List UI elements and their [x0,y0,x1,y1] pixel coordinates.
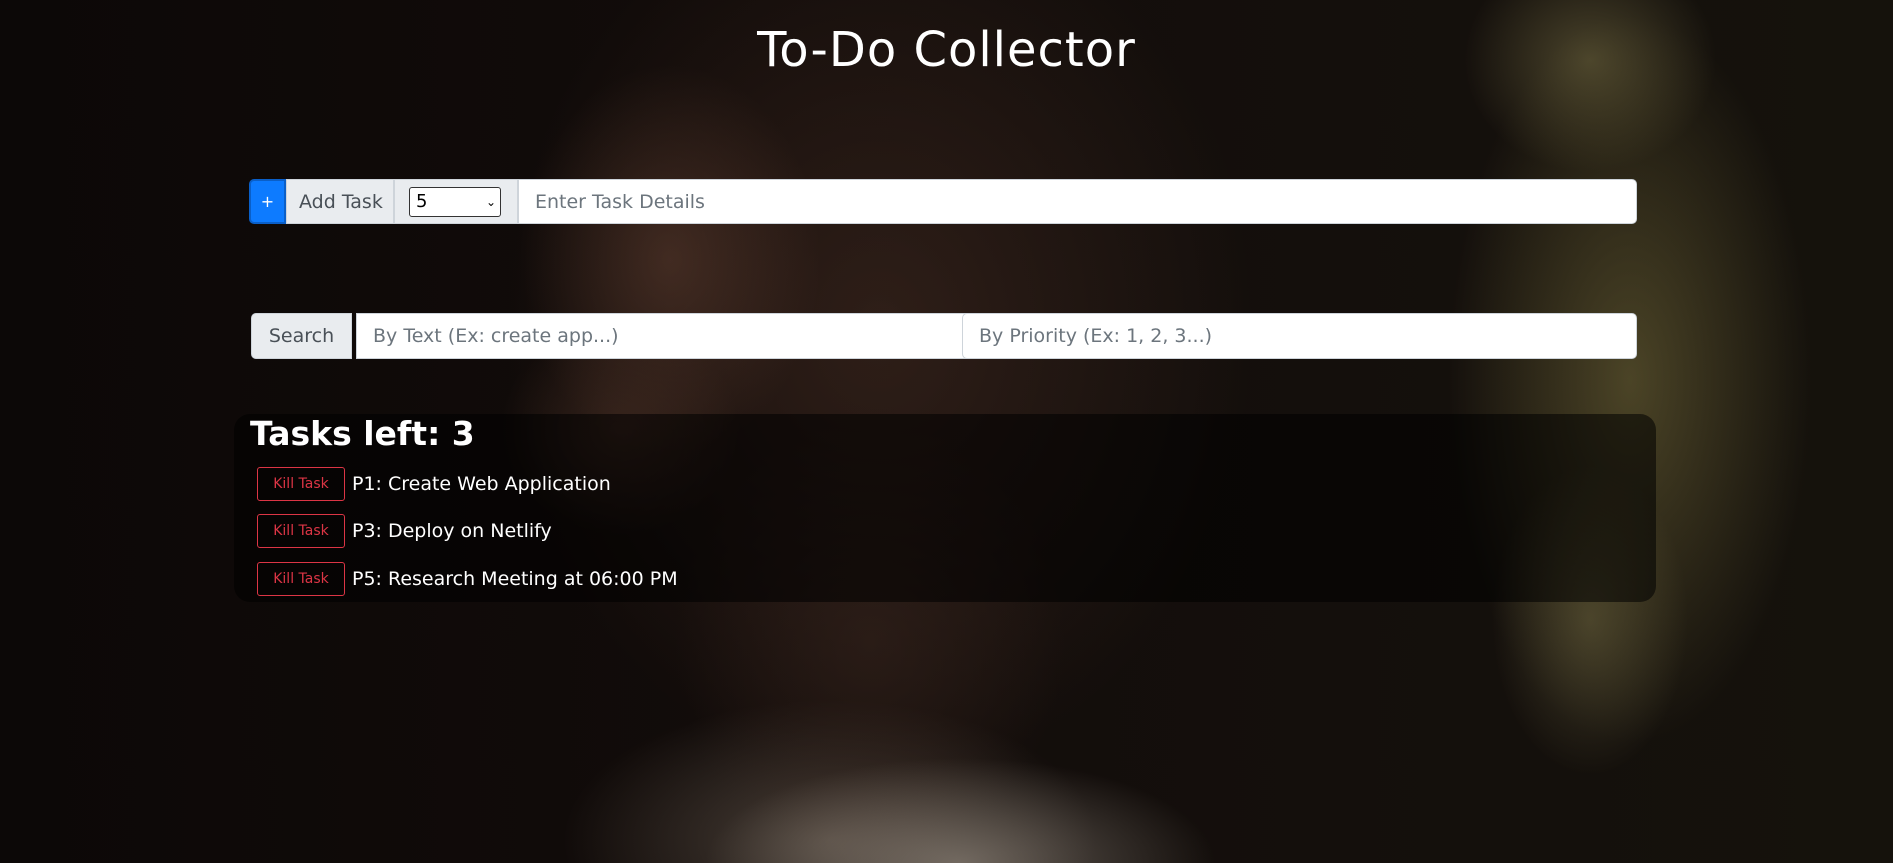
tasks-panel: Tasks left: 3 Kill Task P1: Create Web A… [234,414,1656,602]
search-group: Search By Text (Ex: create app...) By Pr… [251,313,1637,359]
priority-select-wrapper: 5 ⌄ [394,179,518,224]
app-title: To-Do Collector [757,22,1136,78]
task-text: P1: Create Web Application [352,473,611,495]
add-task-button[interactable]: Add Task [286,179,394,224]
add-task-group: + Add Task 5 ⌄ Enter Task Details [249,179,1637,224]
task-item: Kill Task P5: Research Meeting at 06:00 … [257,561,678,597]
priority-select[interactable]: 5 ⌄ [409,186,501,217]
search-text-input[interactable]: By Text (Ex: create app...) [356,313,1027,359]
kill-task-button[interactable]: Kill Task [257,514,345,548]
task-item: Kill Task P1: Create Web Application [257,466,611,502]
chevron-down-icon: ⌄ [485,194,496,209]
add-task-plus-button[interactable]: + [249,179,286,224]
search-label: Search [251,313,352,359]
task-details-input[interactable]: Enter Task Details [518,179,1637,224]
task-text: P3: Deploy on Netlify [352,520,552,542]
tasks-left-heading: Tasks left: 3 [250,414,475,453]
kill-task-button[interactable]: Kill Task [257,562,345,596]
background-shirt [620,700,1300,863]
kill-task-button[interactable]: Kill Task [257,467,345,501]
search-priority-input[interactable]: By Priority (Ex: 1, 2, 3...) [962,313,1637,359]
task-item: Kill Task P3: Deploy on Netlify [257,513,552,549]
priority-select-value: 5 [416,191,428,212]
task-text: P5: Research Meeting at 06:00 PM [352,568,678,590]
